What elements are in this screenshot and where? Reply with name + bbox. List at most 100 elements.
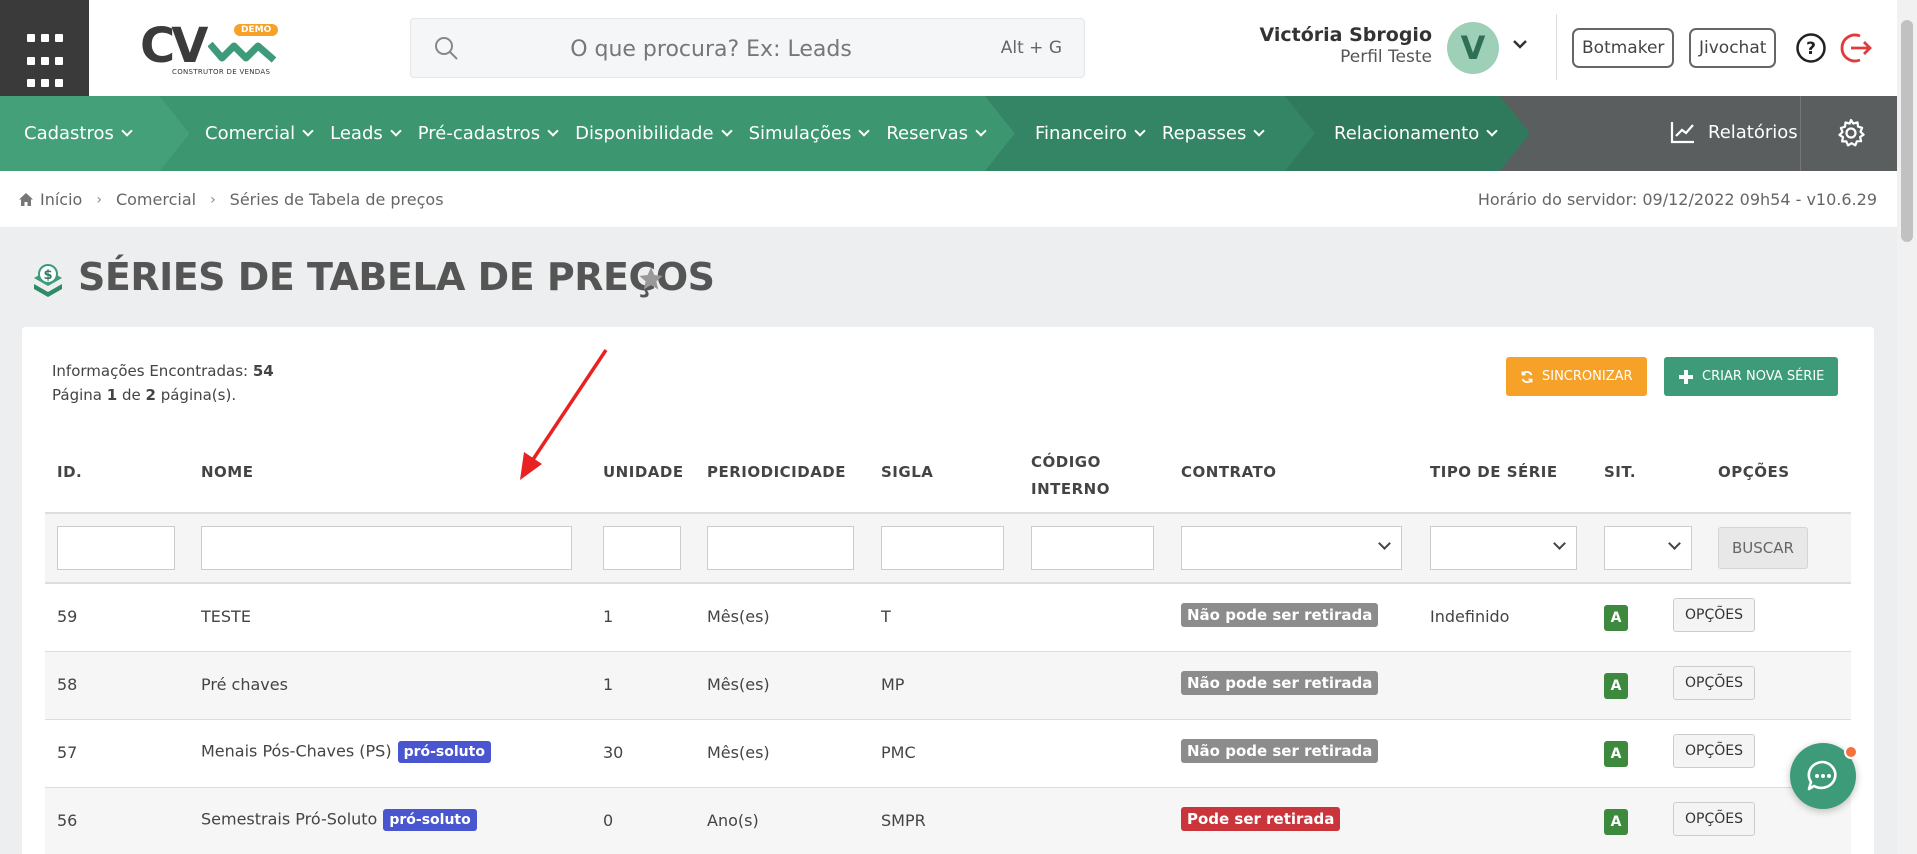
cell-unidade: 1 (603, 607, 614, 626)
nav-item-financeiro[interactable]: Financeiro (1035, 123, 1146, 144)
chevron-down-icon (1553, 537, 1566, 550)
logo[interactable]: CV DEMO CONSTRUTOR DE VENDAS (140, 18, 280, 80)
chevron-down-icon (1668, 537, 1681, 550)
status-badge: A (1604, 741, 1628, 767)
search-input[interactable] (471, 33, 951, 65)
filter-contrato-select[interactable] (1181, 526, 1402, 570)
search-shortcut: Alt + G (1000, 38, 1062, 58)
create-series-button[interactable]: CRIAR NOVA SÉRIE (1664, 357, 1839, 396)
server-time: Horário do servidor: 09/12/2022 09h54 - … (1477, 190, 1877, 209)
cell-id: 58 (57, 675, 78, 694)
nav-item-leads[interactable]: Leads (330, 123, 402, 144)
logout-icon[interactable] (1840, 31, 1874, 65)
status-badge: A (1604, 605, 1628, 631)
scrollbar-thumb[interactable] (1901, 20, 1913, 242)
row-options-button[interactable]: OPÇÕES (1673, 666, 1755, 700)
filter-tipo-serie-select[interactable] (1430, 526, 1577, 570)
annotation-arrow-icon (520, 349, 608, 480)
filter-unidade-input[interactable] (603, 526, 681, 570)
cell-unidade: 30 (603, 743, 624, 762)
column-header-nome[interactable]: NOME (201, 463, 253, 481)
cell-nome: TESTE (201, 607, 251, 626)
column-header-contrato[interactable]: CONTRATO (1181, 463, 1277, 481)
user-info[interactable]: Victória Sbrogio Perfil Teste (1260, 24, 1432, 67)
cell-unidade: 0 (603, 811, 614, 830)
column-header-sigla[interactable]: SIGLA (881, 463, 933, 481)
gear-icon[interactable] (1836, 118, 1866, 148)
nav-item-disponibilidade[interactable]: Disponibilidade (575, 123, 733, 144)
user-role: Perfil Teste (1340, 47, 1432, 67)
cell-nome: Pré chaves (201, 675, 288, 694)
column-header-codigo-line1: CÓDIGO (1031, 453, 1101, 471)
cell-sigla: MP (881, 675, 905, 694)
page-scrollbar[interactable] (1897, 0, 1917, 854)
cell-periodicidade: Mês(es) (707, 607, 770, 626)
nav-group-cadastros: Cadastros (24, 96, 149, 171)
breadcrumb-item-comercial[interactable]: Comercial (116, 190, 196, 209)
column-header-unidade[interactable]: UNIDADE (603, 463, 684, 481)
cell-id: 57 (57, 743, 78, 762)
chevron-down-icon[interactable] (1512, 38, 1528, 50)
cell-periodicidade: Mês(es) (707, 743, 770, 762)
sync-icon (1521, 370, 1533, 383)
nav-item-relatorios[interactable]: Relatórios (1670, 120, 1798, 144)
cell-contrato: Pode ser retirada (1181, 807, 1341, 831)
help-icon[interactable]: ? (1795, 32, 1827, 64)
filter-nome-input[interactable] (201, 526, 572, 570)
cell-nome: Semestrais Pró-Soluto pró-soluto (201, 809, 477, 831)
logo-mark: CV (140, 18, 208, 74)
filter-codigo-interno-input[interactable] (1031, 526, 1154, 570)
contract-status-badge: Não pode ser retirada (1181, 739, 1379, 763)
column-header-tipo-serie[interactable]: TIPO DE SÉRIE (1430, 463, 1558, 481)
chat-widget-button[interactable] (1790, 743, 1858, 809)
filter-sit-select[interactable] (1604, 526, 1692, 570)
nav-group-relacionamento: Relacionamento (1334, 96, 1514, 171)
nav-item-cadastros[interactable]: Cadastros (24, 123, 133, 144)
chevron-right-icon: › (210, 191, 216, 208)
row-options-button[interactable]: OPÇÕES (1673, 802, 1755, 836)
nav-item-relatorios-label: Relatórios (1708, 121, 1798, 143)
filter-sigla-input[interactable] (881, 526, 1004, 570)
cell-nome: Menais Pós-Chaves (PS) pró-soluto (201, 741, 491, 763)
nav-item-repasses[interactable]: Repasses (1162, 123, 1265, 144)
chevron-down-icon (1378, 537, 1391, 550)
botmaker-button[interactable]: Botmaker (1572, 28, 1675, 68)
status-badge: A (1604, 809, 1628, 835)
apps-menu-button[interactable] (0, 0, 89, 96)
table-row (45, 584, 1851, 652)
row-options-button[interactable]: OPÇÕES (1673, 734, 1755, 768)
top-header: CV DEMO CONSTRUTOR DE VENDAS Alt + G Vic… (0, 0, 1917, 96)
avatar[interactable]: V (1447, 22, 1499, 74)
global-search[interactable]: Alt + G (410, 18, 1085, 78)
column-header-id[interactable]: ID. (57, 463, 82, 481)
column-header-periodicidade[interactable]: PERIODICIDADE (707, 463, 846, 481)
row-options-button[interactable]: OPÇÕES (1673, 598, 1755, 632)
nav-item-simulacoes[interactable]: Simulações (749, 123, 870, 144)
favorite-star-icon[interactable] (637, 265, 665, 293)
breadcrumb-item-current: Séries de Tabela de preços (229, 190, 444, 209)
nav-item-relacionamento[interactable]: Relacionamento (1334, 123, 1498, 144)
cell-sigla: T (881, 607, 891, 626)
cell-sit: A (1604, 605, 1628, 631)
breadcrumb-bar: Início › Comercial › Séries de Tabela de… (0, 171, 1897, 227)
home-icon (19, 193, 33, 206)
search-button[interactable]: BUSCAR (1718, 527, 1808, 569)
price-table-icon: $ (34, 264, 62, 297)
sync-button[interactable]: SINCRONIZAR (1506, 357, 1647, 396)
notification-dot (1844, 745, 1858, 759)
breadcrumb-item-inicio[interactable]: Início (40, 190, 82, 209)
filter-id-input[interactable] (57, 526, 175, 570)
column-header-sit[interactable]: SIT. (1604, 463, 1636, 481)
line-chart-icon (1670, 122, 1694, 144)
nav-item-pre-cadastros[interactable]: Pré-cadastros (418, 123, 559, 144)
table-row (45, 652, 1851, 720)
contract-status-badge: Não pode ser retirada (1181, 603, 1379, 627)
nav-item-reservas[interactable]: Reservas (886, 123, 987, 144)
filter-periodicidade-input[interactable] (707, 526, 854, 570)
user-name: Victória Sbrogio (1259, 24, 1432, 46)
column-header-codigo-interno[interactable]: CÓDIGO INTERNO (1031, 449, 1110, 503)
jivochat-button[interactable]: Jivochat (1689, 28, 1777, 68)
breadcrumb-home[interactable]: Início (18, 190, 82, 209)
nav-item-comercial[interactable]: Comercial (205, 123, 314, 144)
breadcrumb: Início › Comercial › Séries de Tabela de… (18, 190, 444, 209)
